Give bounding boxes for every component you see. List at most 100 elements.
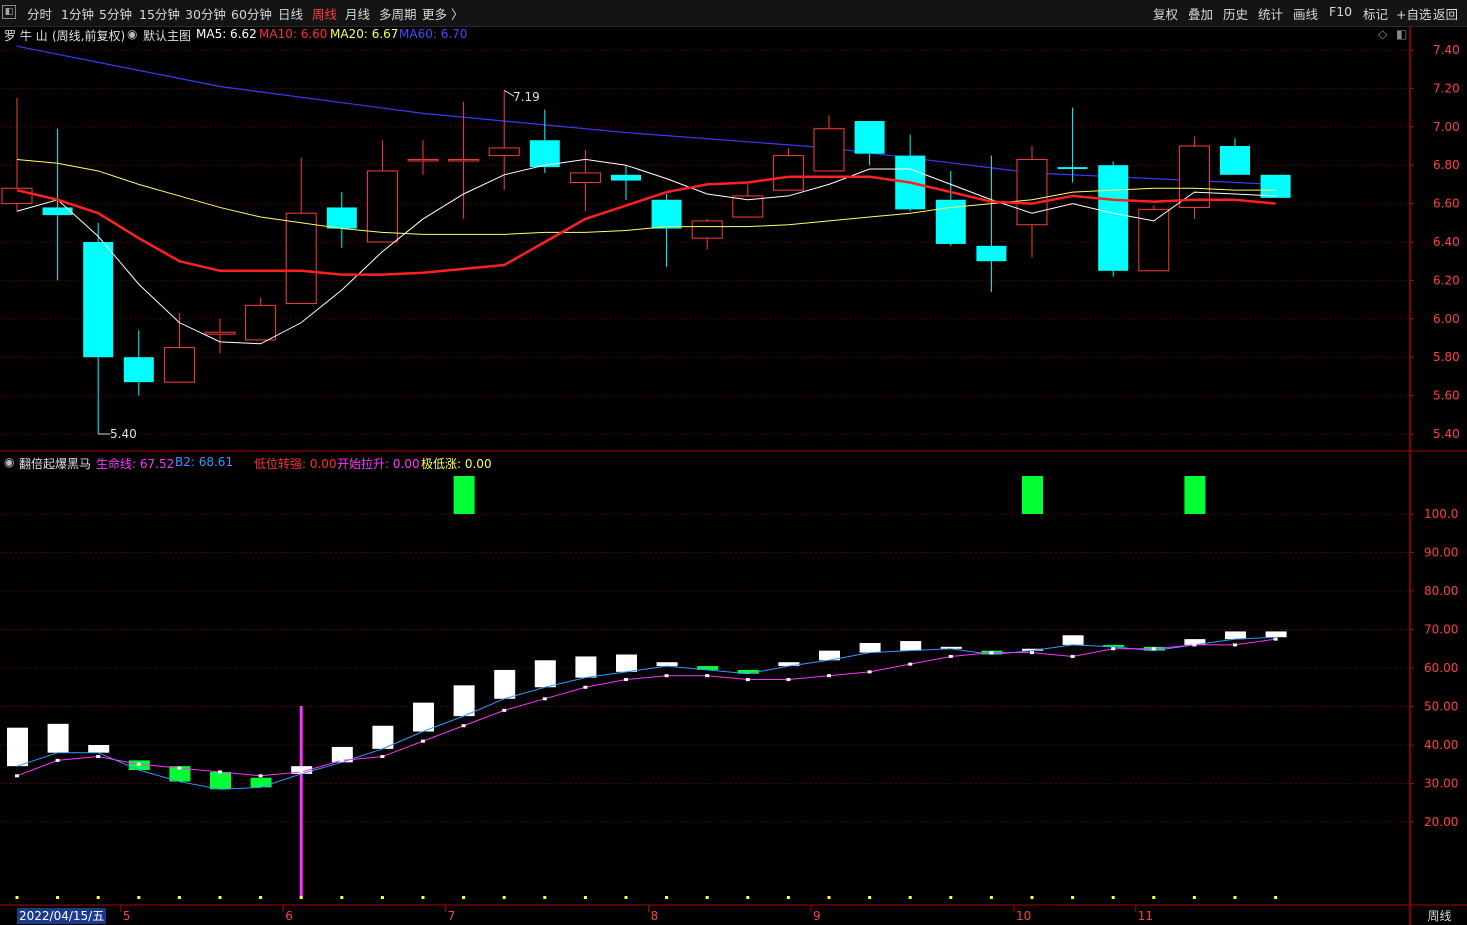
candle-body-up — [569, 172, 601, 183]
extreme-low-dot — [340, 896, 344, 899]
extreme-low-dot — [1192, 896, 1196, 899]
sub-tick-label: 30.00 — [1424, 777, 1458, 791]
extreme-low-dot — [259, 896, 263, 899]
cursor-date: 2022/04/15/五 — [17, 908, 107, 924]
lifeline-point — [1111, 647, 1116, 651]
lifeline-point — [542, 697, 547, 701]
sub-tick-label: 90.00 — [1424, 546, 1458, 560]
stats-button[interactable]: 统计 — [1258, 4, 1283, 23]
signal-bar — [1184, 476, 1206, 514]
lifeline-line — [16, 638, 1276, 777]
lifeline-point — [786, 678, 791, 682]
extreme-low-dot — [56, 896, 60, 899]
draw-button[interactable]: 画线 — [1293, 4, 1318, 23]
period-tab-5min[interactable]: 5分钟 — [99, 4, 132, 23]
f10-button[interactable]: F10 — [1329, 4, 1352, 19]
price-tick-label: 6.00 — [1433, 312, 1460, 326]
extreme-low-dot — [908, 896, 912, 899]
lifeline-point — [461, 724, 466, 728]
period-tab-more[interactable]: 更多 〉 — [422, 4, 463, 23]
b2-block-down — [250, 777, 272, 788]
lifeline-point — [339, 758, 344, 762]
ma20-value: MA20: 6.67 — [330, 27, 399, 41]
b2-value: B2: 68.61 — [175, 455, 234, 469]
extreme-low-dot — [665, 896, 669, 899]
period-tab-15min[interactable]: 15分钟 — [139, 4, 180, 23]
extreme-low-dot — [15, 896, 19, 899]
extreme-low-dot — [827, 896, 831, 899]
stock-name: 罗 牛 山 — [4, 29, 48, 43]
b2-block-up — [900, 641, 922, 651]
template-toggle-icon[interactable]: ◉ — [127, 27, 137, 41]
lifeline-point — [299, 770, 304, 774]
x-tick-label: 5 — [123, 909, 131, 923]
lifeline-point — [380, 755, 385, 759]
x-tick-label: 11 — [1138, 909, 1153, 923]
sub-tick-label: 60.00 — [1424, 661, 1458, 675]
extreme-low-dot — [421, 896, 425, 899]
panel-toggle-icon[interactable]: ◧ — [1396, 27, 1407, 41]
x-tick-label: 6 — [285, 909, 293, 923]
fuquan-button[interactable]: 复权 — [1153, 4, 1178, 23]
main-template[interactable]: 默认主图 — [143, 27, 191, 44]
b2-block-up — [453, 685, 475, 717]
extreme-low-dot — [1071, 896, 1075, 899]
overlay-button[interactable]: 叠加 — [1188, 4, 1213, 23]
price-tick-label: 7.00 — [1433, 120, 1460, 134]
b2-block-up — [494, 669, 516, 699]
b2-block-up — [7, 727, 28, 767]
diamond-icon[interactable]: ◇ — [1378, 27, 1387, 41]
x-tick-label: 8 — [651, 909, 659, 923]
lifeline-point — [177, 766, 182, 770]
high-price-label: 7.19 — [513, 90, 540, 104]
period-tab-fenshi[interactable]: 分时 — [27, 4, 52, 23]
sub-tick-label: 40.00 — [1424, 738, 1458, 752]
signal-bar — [453, 476, 475, 514]
add-watchlist-button[interactable]: +自选 — [1396, 4, 1431, 23]
x-tick-label: 10 — [1016, 909, 1031, 923]
lifeline-point — [1233, 643, 1237, 647]
period-tab-30min[interactable]: 30分钟 — [185, 4, 226, 23]
extreme-low-dot — [96, 896, 100, 899]
collapse-icon[interactable]: ◧ — [2, 5, 16, 19]
lifeline-point — [745, 678, 750, 682]
price-tick-label: 5.60 — [1433, 389, 1460, 403]
candle-body-down — [83, 242, 114, 358]
candle-body-up — [772, 155, 804, 191]
b2-block-up — [1225, 631, 1246, 640]
extreme-low-dot — [137, 896, 141, 899]
back-button[interactable]: 返回 — [1433, 4, 1458, 23]
price-tick-label: 6.60 — [1433, 197, 1460, 211]
extreme-low-dot — [177, 896, 181, 899]
period-tab-1min[interactable]: 1分钟 — [61, 4, 94, 23]
candle-body-down — [854, 121, 885, 154]
lifeline-point — [421, 739, 425, 743]
b2-block-up — [859, 642, 881, 653]
bottom-period-label[interactable]: 周线 — [1412, 907, 1467, 925]
price-tick-label: 6.40 — [1433, 235, 1460, 249]
indicator-name[interactable]: 翻倍起爆黑马 — [19, 455, 91, 472]
ma60-value: MA60: 6.70 — [399, 27, 468, 41]
extreme-low-value: 极低涨: 0.00 — [421, 457, 492, 471]
lifeline-point — [948, 654, 953, 658]
period-tab-daily[interactable]: 日线 — [278, 4, 303, 23]
low-strong-value: 低位转强: 0.00 — [254, 457, 337, 471]
lifeline-point — [96, 755, 101, 759]
lifeline-point — [867, 670, 872, 674]
period-tab-60min[interactable]: 60分钟 — [231, 4, 272, 23]
sub-tick-label: 100.0 — [1424, 507, 1458, 521]
lifeline-point — [55, 758, 60, 762]
indicator-toggle-icon[interactable]: ◉ — [4, 455, 14, 469]
b2-block-down — [210, 771, 231, 790]
sub-tick-label: 50.00 — [1424, 700, 1458, 714]
price-tick-label: 7.20 — [1433, 81, 1460, 95]
period-tab-weekly[interactable]: 周线 — [312, 4, 337, 23]
candle-body-up — [1178, 145, 1210, 208]
price-tick-label: 7.40 — [1433, 43, 1460, 57]
b2-block-up — [656, 662, 678, 667]
period-tab-multi[interactable]: 多周期 — [379, 4, 417, 23]
history-button[interactable]: 历史 — [1223, 4, 1248, 23]
period-tab-monthly[interactable]: 月线 — [345, 4, 370, 23]
lifeline-point — [705, 674, 710, 678]
mark-button[interactable]: 标记 — [1363, 4, 1388, 23]
